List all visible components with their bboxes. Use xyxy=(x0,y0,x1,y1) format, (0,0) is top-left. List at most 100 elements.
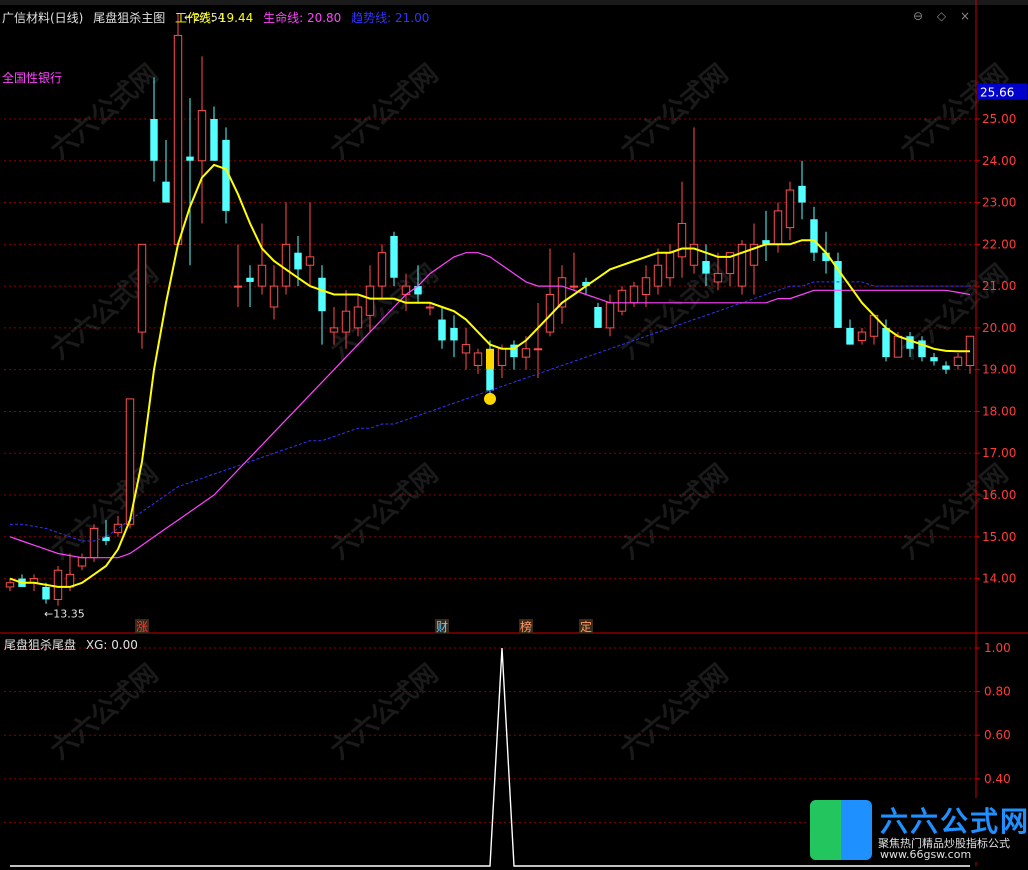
candle-body xyxy=(641,277,651,295)
candle-body xyxy=(113,523,123,534)
minimize-icon[interactable]: ⊖ xyxy=(913,9,923,23)
candle-body xyxy=(89,527,99,559)
sub-y-tick-label: 1.00 xyxy=(984,641,1011,655)
watermark-text: 六六公式网 xyxy=(45,59,164,166)
candle-body xyxy=(737,243,747,287)
logo-name: 六六公式网 xyxy=(880,805,1028,838)
candle-body xyxy=(353,306,363,329)
candle-body xyxy=(473,352,483,366)
candle-body xyxy=(53,569,63,600)
y-tick-label: 14.00 xyxy=(982,572,1016,586)
candle-body xyxy=(798,185,806,203)
candle-body xyxy=(210,118,218,161)
candle-body xyxy=(365,285,375,316)
candle-body xyxy=(425,306,435,309)
candle-body xyxy=(785,189,795,229)
logo-url: www.66gsw.com xyxy=(880,848,972,861)
xg-value: XG: 0.00 xyxy=(85,638,138,652)
watermark-text: 六六公式网 xyxy=(615,59,734,166)
sub-panel-title: 尾盘狙杀尾盘 XG: 0.00 xyxy=(4,636,138,653)
event-label: 定 xyxy=(580,619,592,634)
site-logo: 六六公式网 聚焦热门精品炒股指标公式 www.66gsw.com xyxy=(808,798,1028,862)
watermark-text: 六六公式网 xyxy=(895,459,1014,566)
trend-line-label: 趋势线: 21.00 xyxy=(351,11,430,25)
candle-body xyxy=(390,235,398,278)
candle-body xyxy=(677,222,687,258)
y-tick-label: 19.00 xyxy=(982,363,1016,377)
sub-indicator-name[interactable]: 尾盘狙杀尾盘 xyxy=(4,638,76,652)
low-annotation: ←13.35 xyxy=(44,608,85,621)
candle-body xyxy=(605,302,615,329)
watermark-text: 六六公式网 xyxy=(895,259,1014,366)
life-line-label: 生命线: 20.80 xyxy=(263,11,342,25)
candle-body xyxy=(173,34,183,245)
candle-body xyxy=(857,331,867,341)
candle-body xyxy=(233,285,243,288)
logo-mark-icon xyxy=(810,800,872,860)
candle-body xyxy=(953,356,963,366)
watermark-text: 六六公式网 xyxy=(325,459,444,566)
candle-body xyxy=(197,110,207,162)
money-bag-icon xyxy=(484,392,496,405)
stock-name[interactable]: 广信材料(日线) xyxy=(2,11,83,25)
y-tick-label: 21.00 xyxy=(982,279,1016,293)
life-line xyxy=(9,252,971,559)
candle-body xyxy=(269,285,279,308)
candle-body xyxy=(882,327,890,358)
y-tick-label: 25.00 xyxy=(982,112,1016,126)
buy-signal-bar xyxy=(486,348,494,369)
candle-body xyxy=(294,252,302,270)
candle-body xyxy=(329,327,339,333)
y-tick-label: 15.00 xyxy=(982,530,1016,544)
candle-body xyxy=(5,582,15,588)
y-tick-label: 24.00 xyxy=(982,154,1016,168)
candle-body xyxy=(497,348,507,366)
watermark-text: 六六公式网 xyxy=(615,459,734,566)
event-label: 榜 xyxy=(520,619,532,634)
candle-body xyxy=(893,335,903,358)
candle-body xyxy=(773,210,783,245)
candle-body xyxy=(569,285,579,288)
candle-body xyxy=(186,156,194,161)
candle-body xyxy=(281,243,291,287)
candle-body xyxy=(702,261,710,274)
indicator-name[interactable]: 尾盘狙杀主图 xyxy=(93,11,165,25)
price-tag: 25.66 xyxy=(980,85,1014,99)
y-tick-label: 22.00 xyxy=(982,237,1016,251)
chart-title-bar: 广信材料(日线) 尾盘狙杀主图 工作线: 19.44 生命线: 20.80 趋势… xyxy=(2,9,435,26)
watermark-text: 六六公式网 xyxy=(325,59,444,166)
candle-body xyxy=(341,310,351,333)
candle-body xyxy=(318,277,326,312)
candle-body xyxy=(162,181,170,203)
candle-body xyxy=(77,557,87,567)
candle-body xyxy=(629,285,639,304)
sub-y-tick-label: 0.80 xyxy=(984,685,1011,699)
kline-chart: 六六公式网 六六公式网 六六公式网 六六公式网六六公式网 六六公式网 六六公式网 六六公式网… xyxy=(0,0,1028,867)
settings-icon[interactable]: ◇ xyxy=(937,9,946,23)
watermark-text: 六六公式网 xyxy=(45,459,164,566)
candle-body xyxy=(846,327,854,345)
candle-body xyxy=(942,365,950,370)
candle-body xyxy=(906,336,914,349)
candle-body xyxy=(137,243,147,333)
watermark-text: 六六公式网 xyxy=(615,659,734,766)
y-tick-label: 18.00 xyxy=(982,404,1016,418)
candle-body xyxy=(521,348,531,358)
event-label: 财 xyxy=(436,620,448,634)
candle-body xyxy=(810,219,818,253)
candle-body xyxy=(713,273,723,283)
candle-body xyxy=(665,252,675,279)
y-tick-label: 17.00 xyxy=(982,446,1016,460)
sector-label[interactable]: 全国性银行 xyxy=(2,69,62,86)
candle-body xyxy=(617,289,627,312)
close-icon[interactable]: × xyxy=(960,9,970,23)
candle-body xyxy=(653,264,663,287)
candle-body xyxy=(450,327,458,341)
candle-body xyxy=(257,264,267,287)
candle-body xyxy=(246,277,254,282)
candle-body xyxy=(689,243,699,266)
candle-body xyxy=(461,344,471,354)
work-line-label: 工作线: 19.44 xyxy=(175,11,254,25)
y-tick-label: 23.00 xyxy=(982,196,1016,210)
watermark-text: 六六公式网 xyxy=(45,259,164,366)
